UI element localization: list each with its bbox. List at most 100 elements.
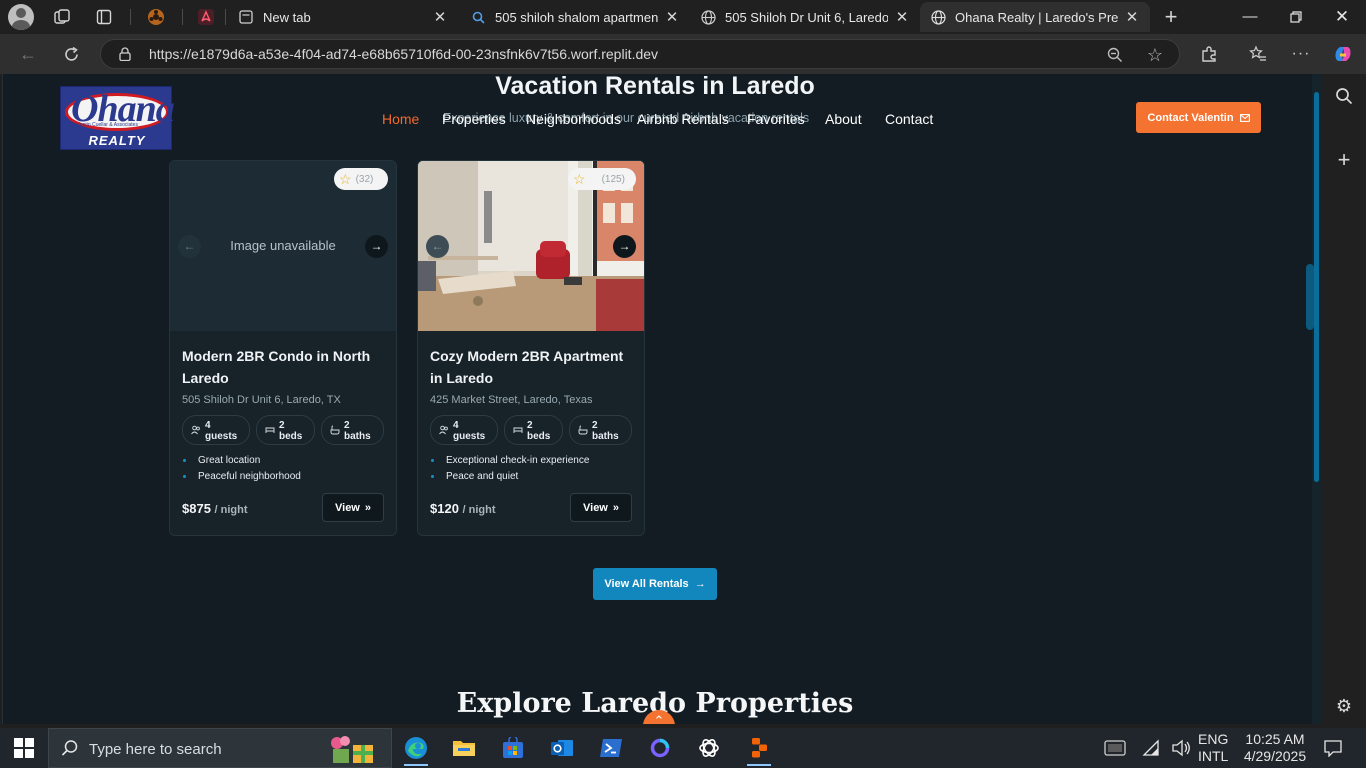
sidebar-search-icon[interactable] — [1332, 84, 1356, 108]
page-scrollbar[interactable] — [1306, 74, 1322, 724]
nav-airbnb-rentals[interactable]: Airbnb Rentals — [637, 111, 729, 127]
zoom-out-icon[interactable] — [1105, 45, 1125, 65]
address-bar[interactable]: https://e1879d6a-a53e-4f04-ad74-e68b6571… — [100, 39, 1180, 69]
next-image-arrow-icon[interactable]: → — [613, 235, 636, 258]
colorful-ring-icon — [650, 738, 670, 758]
back-arrow-icon[interactable]: ← — [15, 42, 41, 66]
view-rental-button[interactable]: View » — [322, 493, 384, 522]
nav-home[interactable]: Home — [382, 111, 419, 127]
taskbar-search-box[interactable]: Type here to search — [48, 728, 392, 768]
new-tab-plus-icon[interactable]: + — [1160, 6, 1182, 28]
tab-address-page[interactable]: 505 Shiloh Dr Unit 6, Laredo, TX ✕ — [690, 2, 920, 32]
review-count: (125) — [601, 173, 625, 185]
refresh-icon[interactable] — [58, 42, 84, 66]
tab-search-results[interactable]: 505 shiloh shalom apartments la ✕ — [460, 2, 690, 32]
airbnb-pinned-tab-icon[interactable] — [195, 6, 217, 28]
bed-icon — [513, 427, 523, 433]
rental-card[interactable]: Image unavailable ← → ☆ (32) Modern 2BR … — [169, 160, 397, 536]
view-rental-button[interactable]: View » — [570, 493, 632, 522]
workspaces-icon[interactable] — [51, 6, 73, 28]
taskbar-outlook-app[interactable] — [538, 728, 586, 768]
minimize-icon[interactable]: — — [1227, 0, 1273, 34]
review-count: (32) — [355, 173, 374, 185]
baths-count: 2 — [592, 420, 598, 431]
star-icon: ☆ — [573, 171, 586, 187]
guests-feature: 4 guests — [430, 415, 498, 445]
price-period: / night — [462, 504, 496, 516]
sidebar-add-icon[interactable]: + — [1332, 148, 1356, 172]
globe-icon — [700, 9, 716, 25]
taskbar-file-explorer-app[interactable] — [440, 728, 488, 768]
search-placeholder: Type here to search — [89, 741, 222, 758]
taskbar-chatgpt-app[interactable] — [685, 728, 733, 768]
tab-title: 505 shiloh shalom apartments la — [495, 9, 658, 25]
input-language-indicator[interactable]: ENG INTL — [1198, 731, 1228, 768]
bath-icon — [578, 425, 588, 435]
edge-browser-icon — [405, 737, 427, 759]
close-tab-icon[interactable]: ✕ — [1124, 8, 1140, 26]
tab-ohana-realty[interactable]: Ohana Realty | Laredo's Premier ✕ — [920, 2, 1150, 32]
store-bag-icon — [503, 737, 523, 758]
rental-card[interactable]: ← → ☆ (125) Cozy Modern 2BR Apartment in… — [417, 160, 645, 536]
favorites-list-icon[interactable] — [1245, 42, 1271, 66]
nav-about[interactable]: About — [825, 111, 862, 127]
arrow-right-icon: → — [694, 578, 706, 590]
scrollbar-thumb-hover[interactable] — [1306, 264, 1314, 330]
rental-address: 505 Shiloh Dr Unit 6, Laredo, TX — [182, 394, 341, 406]
nav-contact[interactable]: Contact — [885, 111, 933, 127]
view-all-rentals-button[interactable]: View All Rentals → — [593, 568, 717, 600]
next-image-arrow-icon[interactable]: → — [365, 235, 388, 258]
keyboard-layout: INTL — [1198, 748, 1229, 764]
highlight-item: Exceptional check-in experience — [430, 455, 589, 471]
notifications-icon[interactable] — [1324, 739, 1342, 768]
highlight-item: Peace and quiet — [430, 471, 589, 487]
close-tab-icon[interactable]: ✕ — [894, 8, 910, 26]
url-text[interactable]: https://e1879d6a-a53e-4f04-ad74-e68b6571… — [149, 46, 658, 62]
tray-app-icon[interactable] — [1104, 739, 1126, 768]
highlight-item: Great location — [182, 455, 301, 471]
tab-actions-icon[interactable] — [93, 6, 115, 28]
star-icon: ☆ — [339, 171, 352, 187]
taskbar-replit-app[interactable] — [735, 728, 783, 768]
beds-count: 2 — [279, 420, 285, 431]
previous-image-arrow-icon[interactable]: ← — [178, 235, 201, 258]
volume-speaker-icon[interactable] — [1171, 739, 1191, 768]
logo-subtitle: Valentin Cuellar & Associates — [73, 122, 138, 128]
pinned-tab-icon[interactable] — [145, 6, 167, 28]
restore-icon[interactable] — [1273, 0, 1319, 34]
nav-properties[interactable]: Properties — [442, 111, 506, 127]
rental-title[interactable]: Modern 2BR Condo in North Laredo — [182, 345, 387, 389]
close-window-icon[interactable]: ✕ — [1319, 0, 1365, 34]
network-wifi-icon[interactable] — [1142, 739, 1160, 768]
favorite-star-icon[interactable]: ☆ — [1145, 45, 1165, 65]
ohana-realty-logo[interactable]: Ohana Valentin Cuellar & Associates REAL… — [60, 86, 175, 150]
rental-title[interactable]: Cozy Modern 2BR Apartment in Laredo — [430, 345, 635, 389]
profile-avatar-icon[interactable] — [8, 4, 34, 30]
baths-feature: 2 baths — [569, 415, 632, 445]
more-options-icon[interactable]: ··· — [1288, 42, 1314, 66]
scrollbar-thumb[interactable] — [1314, 92, 1319, 482]
previous-image-arrow-icon[interactable]: ← — [426, 235, 449, 258]
lock-icon[interactable] — [119, 47, 131, 61]
extensions-icon[interactable] — [1196, 42, 1222, 66]
contact-valentin-button[interactable]: Contact Valentin — [1136, 102, 1261, 133]
view-button-label: View — [335, 501, 360, 514]
copilot-icon[interactable] — [1330, 42, 1356, 66]
taskbar-edge-app[interactable] — [392, 728, 440, 768]
tab-title: Ohana Realty | Laredo's Premier — [955, 9, 1118, 25]
windows-start-icon[interactable] — [14, 738, 34, 758]
tab-new-tab[interactable]: New tab ✕ — [228, 2, 458, 32]
nav-favorites[interactable]: Favorites — [747, 111, 805, 127]
globe-icon — [930, 9, 946, 25]
taskbar-ring-app[interactable] — [636, 728, 684, 768]
close-tab-icon[interactable]: ✕ — [432, 8, 448, 26]
sidebar-settings-gear-icon[interactable]: ⚙ — [1332, 694, 1356, 718]
baths-count: 2 — [344, 420, 350, 431]
nav-neighborhoods[interactable]: Neighborhoods — [526, 111, 621, 127]
system-clock[interactable]: 10:25 AM 4/29/2025 — [1242, 731, 1308, 768]
rental-address: 425 Market Street, Laredo, Texas — [430, 394, 593, 406]
close-tab-icon[interactable]: ✕ — [664, 8, 680, 26]
replit-icon — [752, 738, 767, 758]
taskbar-store-app[interactable] — [489, 728, 537, 768]
taskbar-powershell-app[interactable] — [587, 728, 635, 768]
